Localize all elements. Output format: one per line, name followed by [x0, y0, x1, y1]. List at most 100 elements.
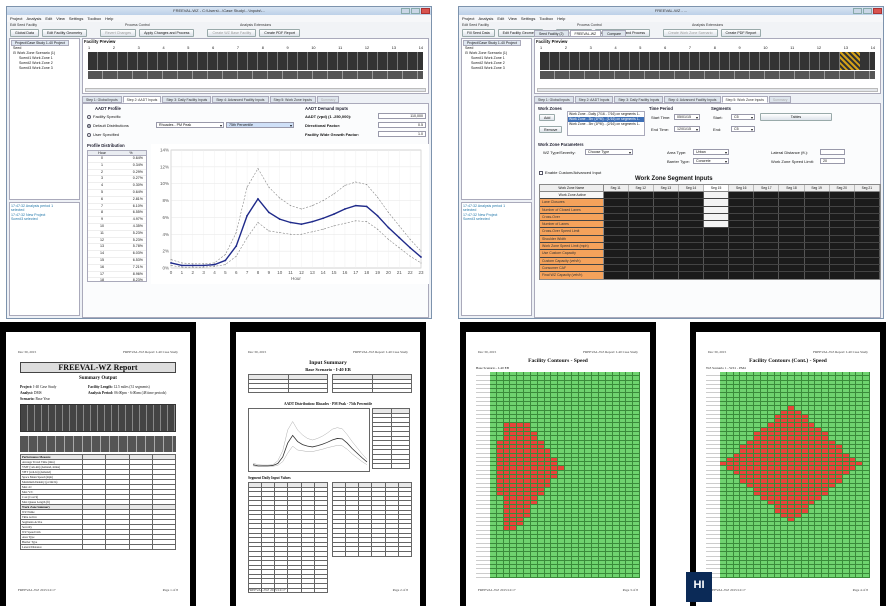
grid-cell[interactable] [628, 250, 654, 257]
segment-inputs-grid[interactable]: Work Zone Name Seg 11 Seg 12 Seg 13 Seg 14 Se… [539, 184, 881, 280]
grid-cell[interactable] [829, 250, 855, 257]
grid-cell[interactable] [754, 243, 780, 250]
grid-cell[interactable] [653, 192, 679, 199]
grid-cell[interactable] [729, 192, 755, 199]
menu-item-help[interactable]: Help [105, 15, 113, 22]
grid-cell[interactable] [678, 192, 705, 199]
grid-cell[interactable] [603, 221, 629, 228]
profile-row[interactable]: 6 2.81% [88, 197, 146, 204]
profile-row[interactable]: 5 0.64% [88, 190, 146, 197]
grid-cell[interactable] [678, 235, 705, 243]
toolbar-button[interactable]: Revert Changes [100, 29, 137, 37]
grid-cell[interactable] [729, 264, 755, 272]
grid-cell[interactable] [804, 199, 830, 206]
minimize-button[interactable] [401, 8, 410, 14]
profile-row[interactable]: 4 0.30% [88, 183, 146, 190]
grid-cell[interactable] [829, 243, 855, 250]
grid-col-header[interactable]: Seg 15 [704, 185, 730, 191]
grid-cell[interactable] [603, 192, 629, 199]
grid-cell[interactable] [829, 213, 855, 221]
grid-cell[interactable] [704, 250, 730, 257]
grid-cell[interactable] [779, 257, 805, 264]
profile-row[interactable]: 8 6.55% [88, 210, 146, 218]
grid-cell[interactable] [729, 250, 755, 257]
step-tab[interactable]: Step 5: Work Zone Inputs [269, 96, 316, 103]
grid-cell[interactable] [754, 235, 780, 243]
tree-item[interactable]: Scen#3 Work Zone 3 [463, 66, 530, 71]
grid-cell[interactable] [729, 272, 755, 279]
menu-item-project[interactable]: Project [462, 15, 474, 22]
profile-row[interactable]: 7 6.10% [88, 204, 146, 211]
toolbar-button[interactable]: Create PDF Report [259, 29, 300, 37]
profile-row[interactable]: 17 8.96% [88, 272, 146, 279]
grid-cell[interactable] [628, 257, 654, 264]
grid-cell[interactable] [829, 257, 855, 264]
grid-cell[interactable] [678, 264, 705, 272]
grid-cell[interactable] [854, 221, 880, 228]
profile-row[interactable]: 10 4.35% [88, 224, 146, 231]
grid-cell[interactable] [804, 272, 830, 279]
grid-cell[interactable] [804, 221, 830, 228]
toolbar-button[interactable]: Global Data [10, 29, 39, 37]
grid-cell[interactable] [653, 250, 679, 257]
menu-item-analysis[interactable]: Analysis [478, 15, 493, 22]
grid-cell[interactable] [678, 257, 705, 264]
grid-col-header[interactable]: Seg 18 [779, 185, 805, 191]
grid-cell[interactable] [704, 206, 730, 213]
grid-cell[interactable] [653, 206, 679, 213]
grid-cell[interactable] [754, 221, 780, 228]
step-tab[interactable]: Step 4: Advanced Facility Inputs [664, 96, 721, 103]
directional-factor-input[interactable]: 0.5 [378, 122, 426, 128]
grid-cell[interactable] [729, 206, 755, 213]
toolbar-button[interactable]: Fill Seed Data [462, 29, 495, 37]
step-tab[interactable]: Summary [768, 96, 792, 103]
grid-cell[interactable] [628, 221, 654, 228]
grid-cell[interactable] [804, 264, 830, 272]
menu-item-edit[interactable]: Edit [497, 15, 504, 22]
grid-cell[interactable] [729, 243, 755, 250]
grid-cell[interactable] [603, 272, 629, 279]
work-zone-list[interactable]: Work Zone - Daily (7/16 - 7/16) on segme… [567, 111, 645, 136]
grid-cell[interactable] [754, 199, 780, 206]
grid-cell[interactable] [779, 235, 805, 243]
step-tab[interactable]: Step 3: Daily Facility Inputs [614, 96, 664, 103]
radio-user-specified[interactable]: User Specified [87, 132, 119, 137]
menu-item-view[interactable]: View [56, 15, 65, 22]
project-tree[interactable]: Project/Case Study 1-40 Project Seed ⊟ Wo… [461, 38, 532, 200]
grid-cell[interactable] [704, 199, 730, 206]
grid-cell[interactable] [804, 250, 830, 257]
grid-cell[interactable] [854, 228, 880, 235]
grid-cell[interactable] [628, 264, 654, 272]
grid-col-header[interactable]: Seg 11 [604, 185, 629, 191]
grid-cell[interactable] [678, 221, 705, 228]
profile-table[interactable]: Hour% 0 0.64% 1 0.34% 2 0.29% 3 0.27% 4 0.30% 5 0.6… [87, 150, 147, 282]
menu-item-settings[interactable]: Settings [69, 15, 83, 22]
grid-cell[interactable] [653, 228, 679, 235]
grid-cell[interactable] [729, 235, 755, 243]
toolbar-button[interactable]: Edit Facility Geometry [41, 29, 88, 37]
grid-cell[interactable] [628, 192, 654, 199]
grid-cell[interactable] [628, 243, 654, 250]
grid-col-header[interactable]: Seg 13 [654, 185, 679, 191]
grid-cell[interactable] [779, 206, 805, 213]
radio-icon[interactable] [87, 123, 91, 128]
toolbar-button[interactable]: Create Work Zone Scenario [663, 29, 718, 37]
barrier-type-select[interactable]: Concrete [693, 158, 729, 164]
grid-cell[interactable] [804, 243, 830, 250]
grid-cell[interactable] [603, 250, 629, 257]
grid-cell[interactable] [628, 206, 654, 213]
grid-cell[interactable] [854, 243, 880, 250]
grid-cell[interactable] [854, 250, 880, 257]
radio-icon[interactable] [87, 114, 91, 119]
grid-cell[interactable] [779, 272, 805, 279]
grid-cell[interactable] [854, 206, 880, 213]
grid-cell[interactable] [603, 199, 629, 206]
profile-row[interactable]: 14 6.03% [88, 251, 146, 258]
grid-cell[interactable] [829, 221, 855, 228]
grid-cell[interactable] [854, 272, 880, 279]
grid-cell[interactable] [628, 272, 654, 279]
step-tab[interactable]: Step 5: Work Zone Inputs [721, 96, 768, 103]
grid-cell[interactable] [854, 199, 880, 206]
grid-cell[interactable] [829, 272, 855, 279]
grid-cell[interactable] [729, 228, 755, 235]
